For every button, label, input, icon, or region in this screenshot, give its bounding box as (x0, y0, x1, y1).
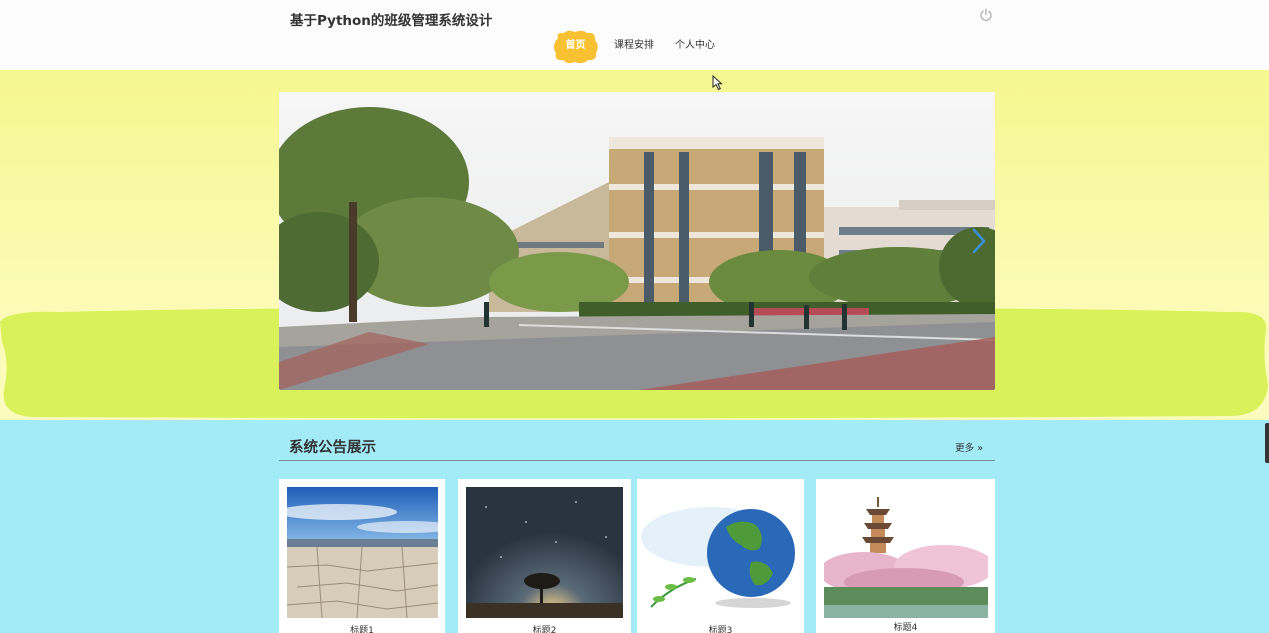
notice-image-desert (287, 487, 438, 618)
notice-title: 标题2 (532, 626, 557, 633)
hero-section (0, 70, 1269, 420)
double-chevron-right-icon: » (977, 443, 983, 454)
site-title: 基于Python的班级管理系统设计 (290, 13, 493, 29)
more-label: 更多 (955, 443, 975, 454)
more-link[interactable]: 更多 » (955, 440, 983, 454)
notice-title: 标题3 (708, 626, 733, 633)
notice-title: 标题4 (893, 623, 918, 633)
notice-card-1[interactable]: 标题1 (279, 479, 445, 633)
notice-card-4[interactable]: 标题4 (816, 479, 995, 633)
chevron-right-icon[interactable] (971, 227, 987, 255)
header: 基于Python的班级管理系统设计 首页 课程安排 个人中心 (0, 0, 1269, 70)
notice-image-starry-tree (466, 487, 623, 618)
power-icon[interactable] (979, 8, 993, 22)
notice-section-title: 系统公告展示 (289, 440, 376, 456)
notice-section-header: 系统公告展示 更多 » (279, 430, 995, 461)
scrollbar-handle[interactable] (1265, 423, 1269, 463)
banner-carousel[interactable] (279, 92, 995, 390)
campus-photo (279, 92, 995, 390)
nav-profile-label: 个人中心 (675, 40, 715, 51)
notice-card-3[interactable]: 标题3 (637, 479, 804, 633)
nav-schedule-label: 课程安排 (614, 40, 654, 51)
nav-item-home[interactable]: 首页 (552, 30, 599, 64)
nav-home-label: 首页 (565, 40, 586, 51)
nav-item-schedule[interactable]: 课程安排 (614, 30, 654, 64)
notice-image-pagoda (824, 487, 988, 618)
notice-title: 标题1 (350, 626, 374, 633)
notice-card-2[interactable]: 标题2 (458, 479, 631, 633)
nav-item-profile[interactable]: 个人中心 (675, 30, 715, 64)
notice-card-list: 标题1 标题2 标题3 标题4 (279, 479, 995, 633)
notice-image-globe (641, 487, 798, 618)
mouse-cursor-icon (712, 75, 723, 91)
